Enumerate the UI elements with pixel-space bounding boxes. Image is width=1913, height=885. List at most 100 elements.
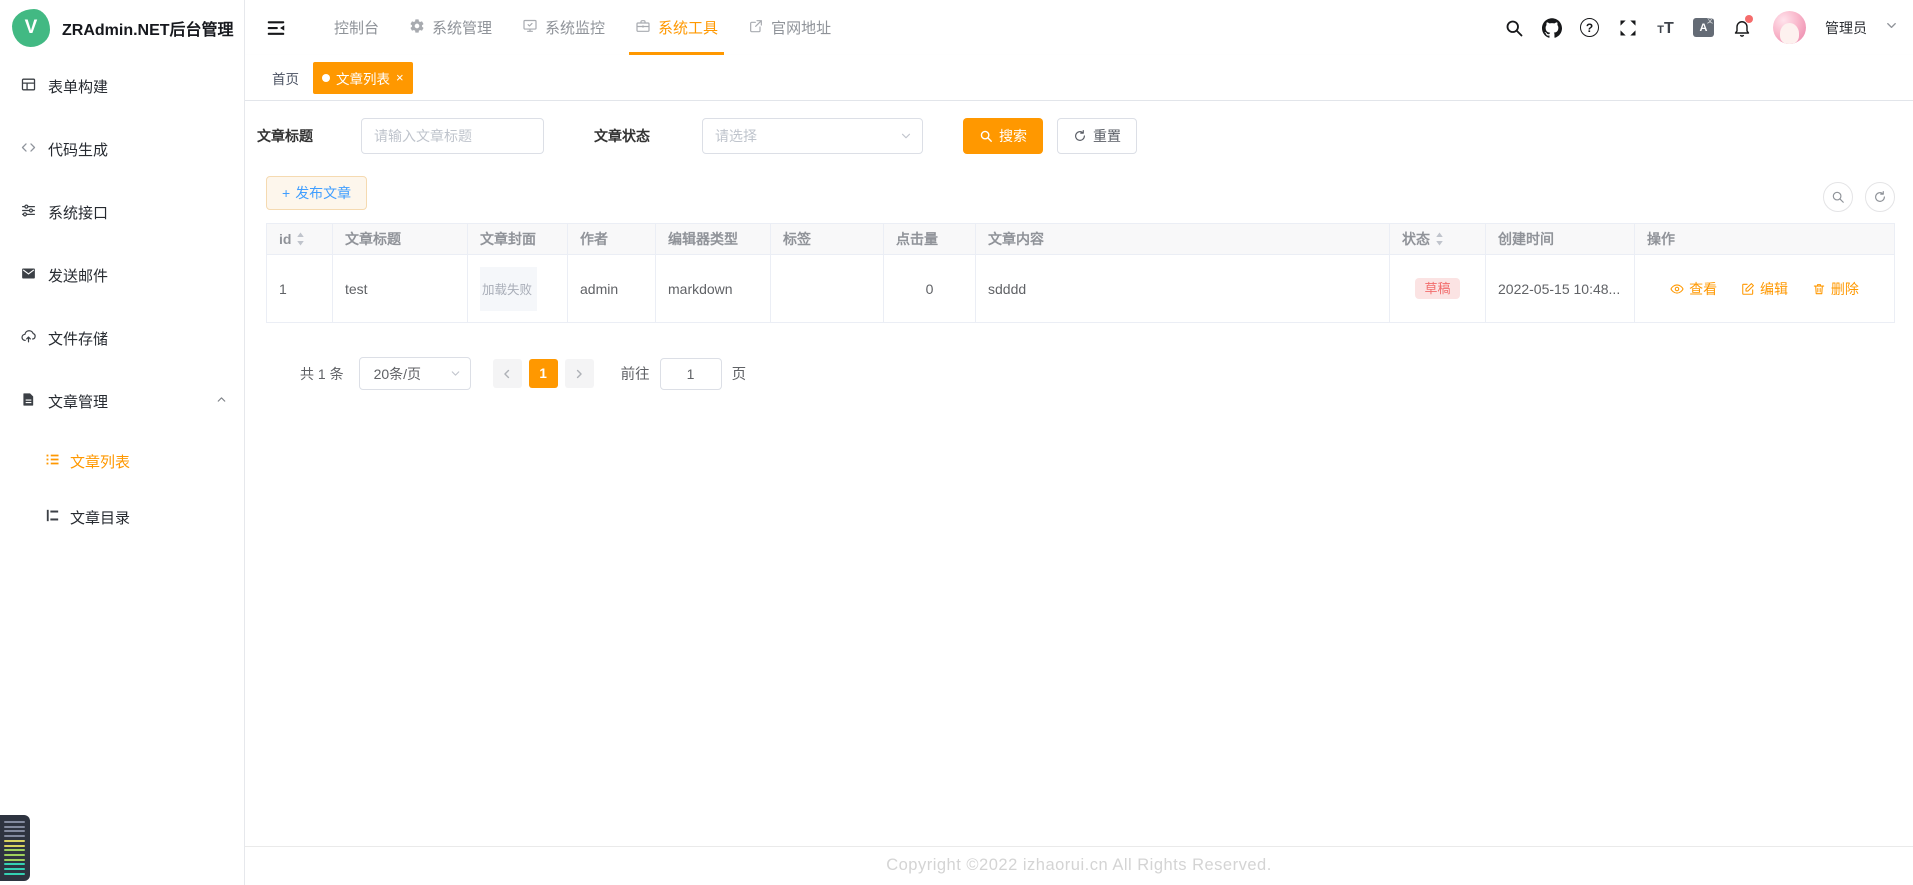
text-size-icon[interactable] [1655, 17, 1676, 38]
tab-home[interactable]: 首页 [266, 62, 305, 94]
search-icon[interactable] [1503, 17, 1524, 38]
sidebar-item-system-api[interactable]: 系统接口 [0, 181, 244, 244]
sort-caret-icon [1434, 230, 1445, 248]
cell-content: sdddd [976, 255, 1390, 323]
chevron-up-icon[interactable] [215, 393, 228, 410]
tree-icon [44, 507, 61, 528]
sidebar-item-article-mgmt[interactable]: 文章管理 [0, 370, 244, 433]
cell-status: 草稿 [1390, 255, 1486, 323]
view-link[interactable]: 查看 [1670, 279, 1717, 299]
topnav-item-system-monitor[interactable]: 系统监控 [507, 0, 620, 55]
topbar-right: 管理员 [1503, 11, 1899, 44]
col-header-author: 作者 [568, 224, 656, 255]
table-toolbar: + 发布文章 [266, 176, 1895, 210]
cell-title: test [333, 255, 468, 323]
page-footer: Copyright ©2022 izhaorui.cn All Rights R… [245, 846, 1913, 885]
topnav: 控制台 系统管理 系统监控 [319, 0, 846, 55]
code-icon [20, 139, 37, 160]
refresh-table-button[interactable] [1865, 182, 1895, 212]
search-icon [979, 129, 993, 143]
sidebar-item-send-mail[interactable]: 发送邮件 [0, 244, 244, 307]
select-placeholder: 请选择 [715, 126, 757, 146]
eye-icon [1670, 282, 1684, 296]
search-button[interactable]: 搜索 [963, 118, 1043, 154]
dev-console-widget[interactable] [0, 815, 30, 881]
col-header-actions: 操作 [1635, 224, 1895, 255]
page-size-select[interactable]: 20条/页 [359, 357, 471, 390]
page-content: 文章标题 文章状态 请选择 搜索 重置 + [245, 101, 1913, 885]
help-icon[interactable] [1579, 17, 1600, 38]
table-header-row: id 文章标题 文章封面 作者 编辑器类型 标签 点击量 文章内容 状态 [267, 224, 1895, 255]
trash-icon [1812, 282, 1826, 296]
main-column: 控制台 系统管理 系统监控 [245, 0, 1913, 885]
tab-label: 文章列表 [336, 68, 390, 88]
article-status-select[interactable]: 请选择 [702, 118, 923, 154]
logo-row[interactable]: V ZRAdmin.NET后台管理 [0, 0, 244, 55]
tab-close-icon[interactable]: × [396, 71, 404, 84]
topnav-item-official-site[interactable]: 官网地址 [733, 0, 846, 55]
toggle-search-button[interactable] [1823, 182, 1853, 212]
page-number-1[interactable]: 1 [529, 359, 558, 388]
col-header-status[interactable]: 状态 [1390, 224, 1486, 255]
delete-link[interactable]: 删除 [1812, 279, 1859, 299]
sidebar-item-label: 表单构建 [48, 76, 108, 97]
sidebar-subitem-article-list[interactable]: 文章列表 [0, 433, 244, 489]
refresh-icon [1873, 190, 1887, 204]
briefcase-icon [635, 18, 651, 38]
sidebar-item-code-gen[interactable]: 代码生成 [0, 118, 244, 181]
sidebar-subitem-article-catalog[interactable]: 文章目录 [0, 489, 244, 545]
cell-tags [771, 255, 884, 323]
user-avatar[interactable] [1773, 11, 1806, 44]
topbar: 控制台 系统管理 系统监控 [245, 0, 1913, 55]
cell-hits: 0 [884, 255, 976, 323]
user-name[interactable]: 管理员 [1825, 18, 1867, 38]
sidebar-collapse-icon[interactable] [265, 17, 287, 39]
copyright-text: Copyright ©2022 izhaorui.cn All Rights R… [886, 856, 1272, 874]
topnav-item-label: 系统监控 [545, 17, 605, 38]
sidebar-item-file-storage[interactable]: 文件存储 [0, 307, 244, 370]
goto-unit: 页 [732, 363, 747, 384]
goto-page-input[interactable] [660, 358, 722, 390]
topnav-item-label: 官网地址 [771, 17, 831, 38]
sidebar-item-form-builder[interactable]: 表单构建 [0, 55, 244, 118]
sidebar: V ZRAdmin.NET后台管理 表单构建 代码生成 系统接口 [0, 0, 245, 885]
topnav-item-system-mgmt[interactable]: 系统管理 [394, 0, 507, 55]
list-icon [44, 451, 61, 472]
topnav-item-system-tools[interactable]: 系统工具 [620, 0, 733, 55]
chevron-down-icon[interactable] [1884, 18, 1899, 38]
refresh-icon [1073, 129, 1087, 143]
next-page-button[interactable] [565, 359, 594, 388]
tab-article-list[interactable]: 文章列表 × [313, 62, 413, 94]
col-header-title: 文章标题 [333, 224, 468, 255]
pagination: 共 1 条 20条/页 1 前往 页 [266, 357, 1895, 390]
tags-view-bar: 首页 文章列表 × [245, 55, 1913, 101]
col-header-id[interactable]: id [267, 224, 333, 255]
sort-caret-icon [295, 230, 306, 248]
article-title-input[interactable] [361, 118, 544, 154]
col-header-content: 文章内容 [976, 224, 1390, 255]
external-link-icon [748, 18, 764, 38]
cell-actions: 查看 编辑 删除 [1635, 255, 1895, 323]
topnav-item-console[interactable]: 控制台 [319, 0, 394, 55]
reset-button[interactable]: 重置 [1057, 118, 1137, 154]
fullscreen-icon[interactable] [1617, 17, 1638, 38]
chevron-down-icon [899, 129, 913, 143]
app-logo: V [12, 9, 50, 47]
search-icon [1831, 190, 1845, 204]
translate-icon[interactable] [1693, 17, 1714, 38]
github-icon[interactable] [1541, 17, 1562, 38]
sidebar-item-label: 文章管理 [48, 391, 108, 412]
prev-page-button[interactable] [493, 359, 522, 388]
app-title: ZRAdmin.NET后台管理 [62, 16, 234, 40]
notification-bell-icon[interactable] [1731, 17, 1752, 38]
sidebar-item-label: 系统接口 [48, 202, 108, 223]
cell-created: 2022-05-15 10:48... [1486, 255, 1635, 323]
publish-article-button[interactable]: + 发布文章 [266, 176, 367, 210]
chevron-left-icon [500, 367, 514, 381]
edit-link[interactable]: 编辑 [1741, 279, 1788, 299]
goto-label: 前往 [621, 363, 650, 384]
pagination-total: 共 1 条 [300, 364, 344, 384]
cover-image-broken[interactable]: 加载失败 [480, 267, 537, 311]
edit-icon [1741, 282, 1755, 296]
sidebar-menu: 表单构建 代码生成 系统接口 发送邮件 [0, 55, 244, 545]
